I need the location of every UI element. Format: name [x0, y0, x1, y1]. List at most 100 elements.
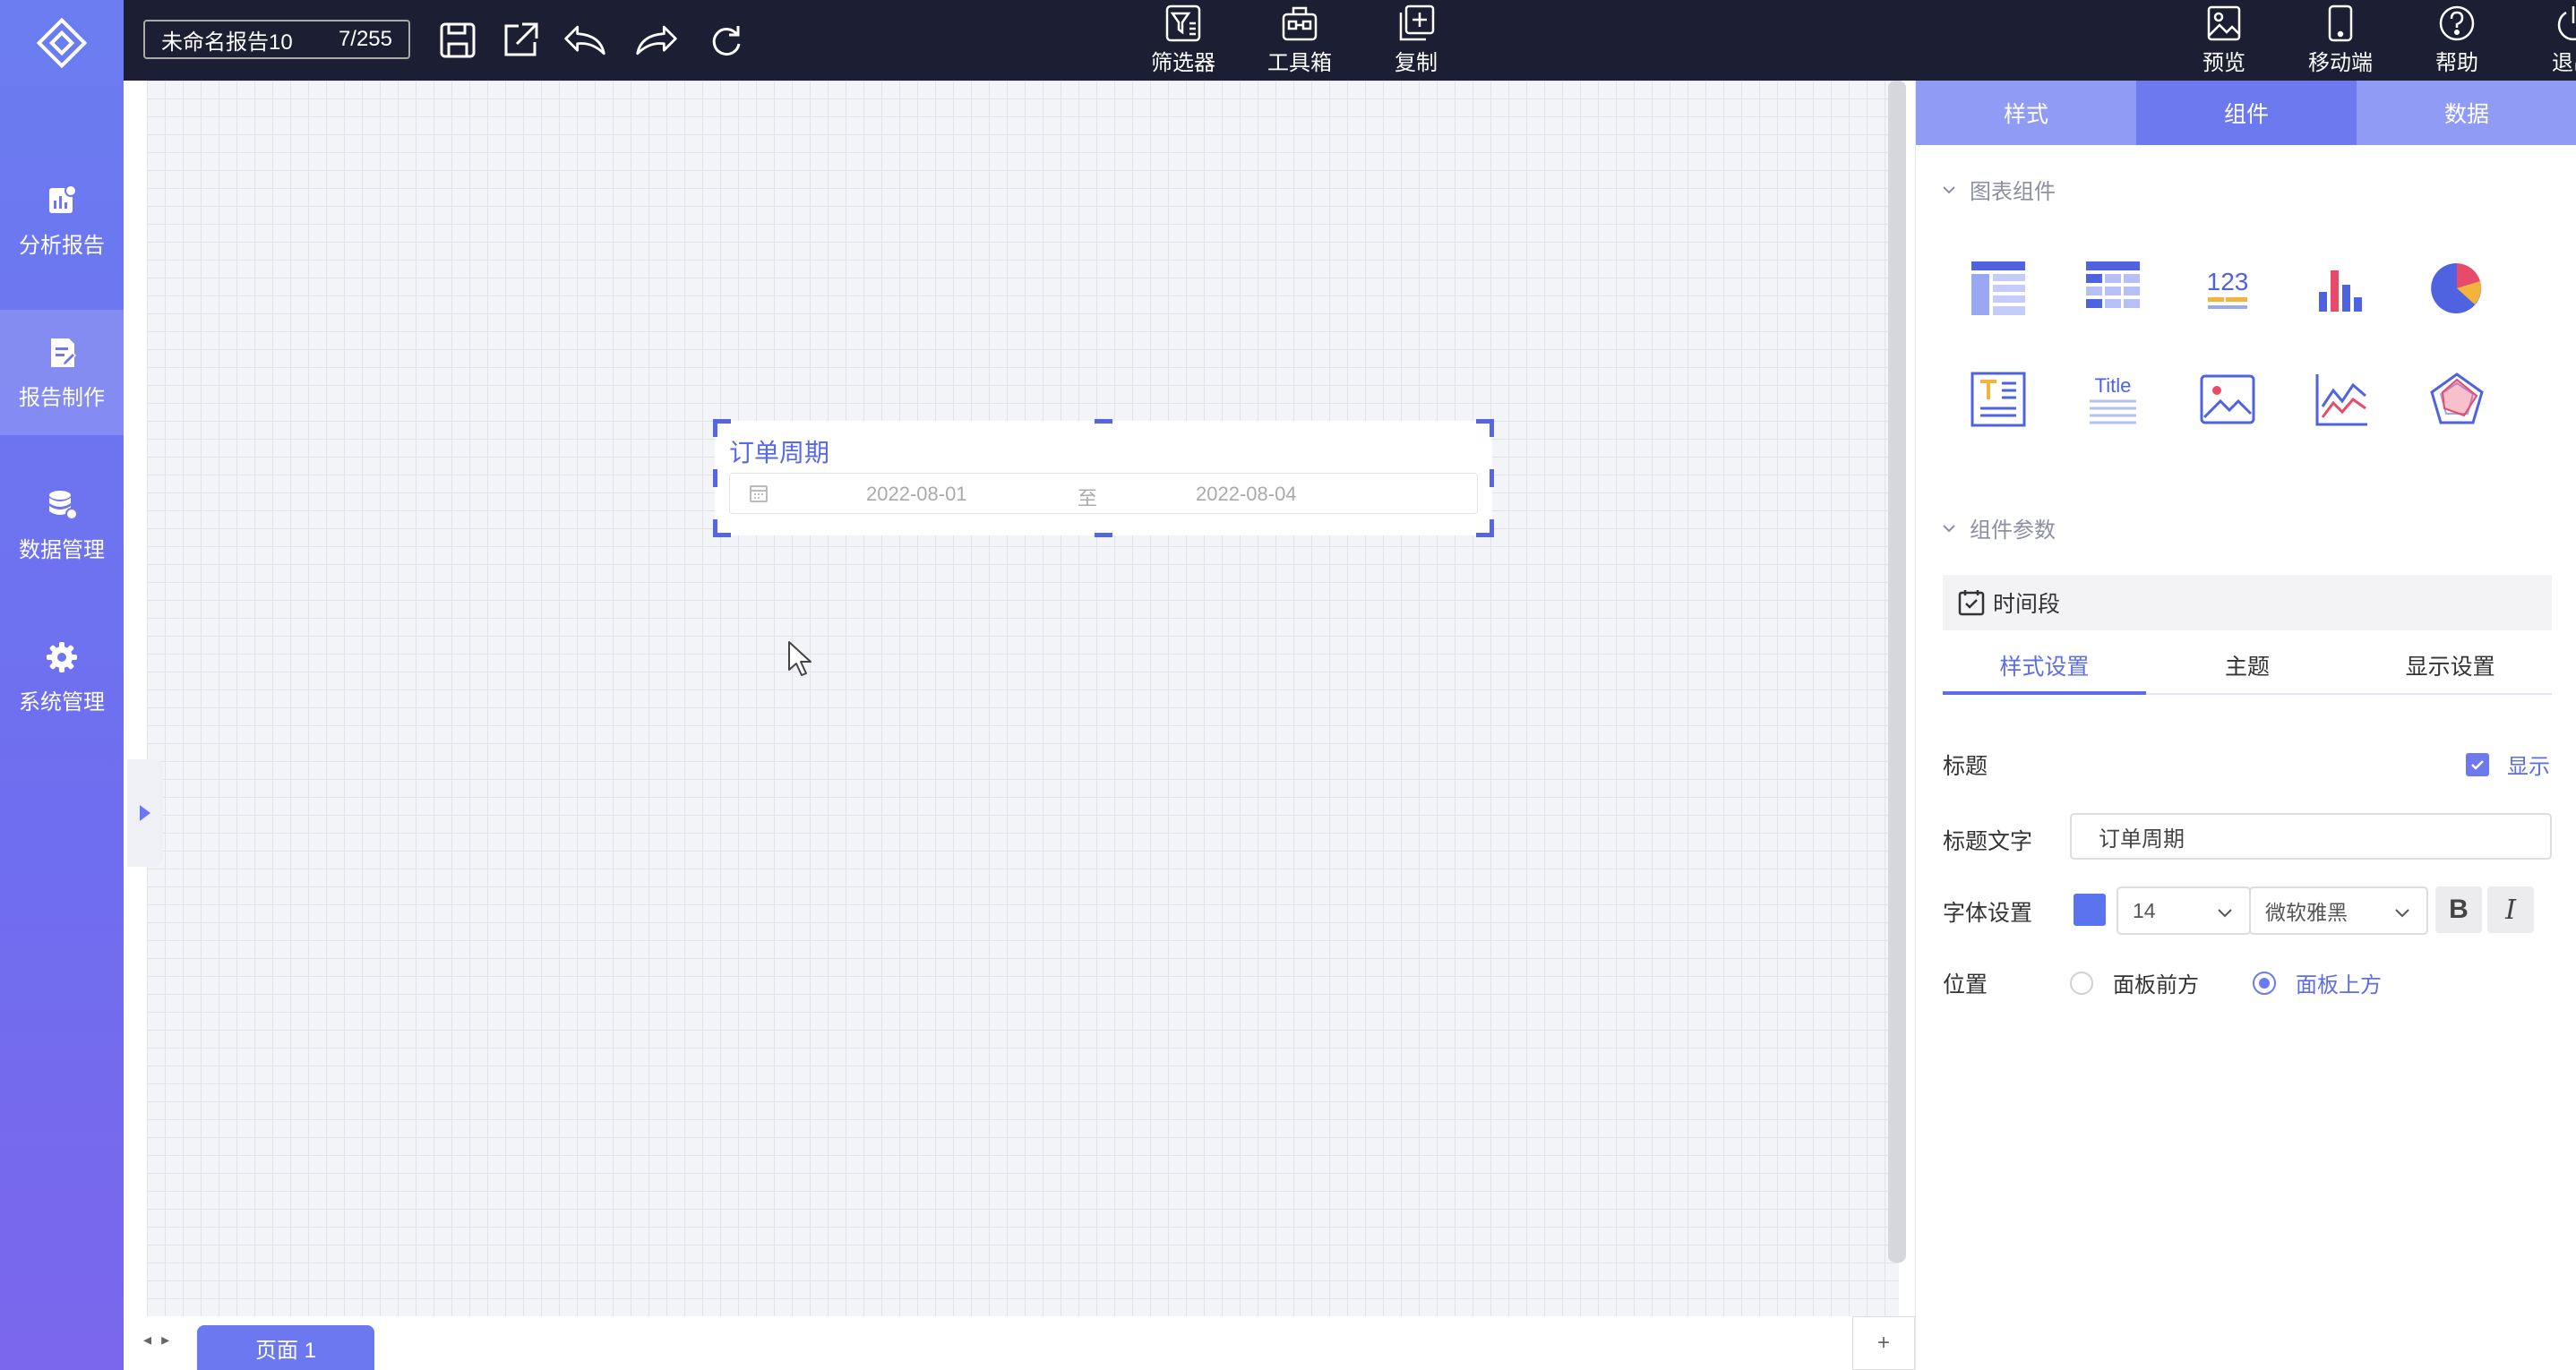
checkbox-checked-icon[interactable]: [2466, 752, 2489, 776]
sidebar-item-data-management[interactable]: 数据管理: [0, 462, 124, 587]
filter-button[interactable]: 筛选器: [1134, 4, 1232, 77]
page-tab-bar: ◂ ▸ 页面 1 +: [124, 1316, 1915, 1370]
collapse-sidebar-toggle[interactable]: [127, 759, 163, 867]
grid-table-widget-icon[interactable]: [2081, 256, 2145, 321]
start-date[interactable]: 2022-08-01: [866, 483, 967, 506]
save-button[interactable]: [435, 18, 480, 63]
copy-button[interactable]: 复制: [1367, 4, 1465, 77]
resize-handle-left[interactable]: [713, 469, 717, 487]
resize-handle-bottom-right[interactable]: [1476, 519, 1494, 537]
chart-components-header[interactable]: 图表组件: [1941, 174, 2056, 205]
show-title-checkbox[interactable]: 显示: [2466, 749, 2550, 780]
number-widget-icon[interactable]: 123: [2195, 256, 2260, 321]
sidebar-item-label: 系统管理: [19, 689, 105, 715]
tab-display-settings[interactable]: 显示设置: [2348, 638, 2552, 693]
copy-icon: [1399, 4, 1435, 41]
redo-icon: [636, 25, 677, 56]
position-option-top[interactable]: 面板上方: [2253, 967, 2382, 998]
sidebar-item-system-management[interactable]: 系统管理: [0, 614, 124, 740]
table-widget-icon[interactable]: [1966, 256, 2031, 321]
radio-unchecked[interactable]: [2070, 971, 2093, 995]
tab-style-settings[interactable]: 样式设置: [1943, 638, 2146, 695]
italic-button[interactable]: I: [2487, 886, 2534, 933]
settings-sub-tabs: 样式设置 主题 显示设置: [1943, 638, 2552, 695]
component-params-label: 组件参数: [1970, 518, 2056, 543]
end-date[interactable]: 2022-08-04: [1196, 483, 1297, 506]
chevron-down-icon: [2218, 909, 2232, 918]
document-title-box[interactable]: 未命名报告10 7/255: [143, 20, 410, 59]
preview-button[interactable]: 预览: [2175, 4, 2273, 77]
tab-data[interactable]: 数据: [2357, 81, 2576, 145]
show-label: 显示: [2507, 755, 2550, 779]
sidebar-item-analysis-report[interactable]: 分析报告: [0, 158, 124, 283]
tab-components[interactable]: 组件: [2136, 81, 2357, 145]
page-tab[interactable]: 页面 1: [197, 1325, 374, 1370]
design-canvas[interactable]: [147, 81, 1906, 1316]
position-option-front[interactable]: 面板前方: [2070, 967, 2199, 998]
position-option-label: 面板前方: [2113, 973, 2199, 998]
resize-handle-top[interactable]: [1095, 419, 1112, 424]
radio-checked[interactable]: [2253, 971, 2276, 995]
diamond-logo-icon: [36, 17, 88, 69]
font-family-select[interactable]: 微软雅黑: [2249, 886, 2428, 935]
bold-button[interactable]: B: [2435, 886, 2482, 933]
image-widget-icon[interactable]: [2195, 367, 2260, 432]
undo-button[interactable]: [562, 18, 607, 63]
title-text-input[interactable]: 订单周期: [2070, 813, 2552, 860]
mobile-label: 移动端: [2308, 51, 2373, 75]
number-icon-text: 123: [2207, 268, 2249, 295]
font-color-picker[interactable]: [2074, 894, 2106, 926]
refresh-icon: [712, 26, 741, 56]
chart-report-icon: [49, 184, 77, 213]
editor-canvas-area: ◂ ▸ 页面 1 +: [124, 81, 1915, 1370]
page-nav-arrows[interactable]: ◂ ▸: [143, 1331, 169, 1349]
properties-panel: 样式 组件 数据 图表组件 123 Title 组件参数 时间段 样式设置 主题…: [1915, 81, 2576, 1370]
mouse-cursor-icon: [788, 641, 811, 676]
page-prev-icon[interactable]: ◂: [143, 1331, 151, 1349]
tab-theme[interactable]: 主题: [2146, 638, 2349, 693]
chart-components-label: 图表组件: [1970, 180, 2056, 204]
resize-handle-bottom[interactable]: [1095, 533, 1112, 537]
tab-style[interactable]: 样式: [1916, 81, 2136, 145]
export-button[interactable]: [498, 18, 543, 63]
toolbox-button[interactable]: 工具箱: [1250, 4, 1349, 77]
mobile-icon: [2328, 4, 2353, 42]
redo-button[interactable]: [634, 18, 679, 63]
help-button[interactable]: 帮助: [2408, 4, 2506, 77]
position-option-label: 面板上方: [2296, 973, 2382, 998]
panel-tabs: 样式 组件 数据: [1916, 81, 2576, 145]
date-range-widget[interactable]: 订单周期 2022-08-01 至 2022-08-04: [713, 419, 1494, 537]
calendar-check-icon: [1958, 590, 1985, 616]
add-page-button[interactable]: +: [1852, 1316, 1915, 1370]
bar-chart-widget-icon[interactable]: [2310, 256, 2374, 321]
canvas-scrollbar[interactable]: [1888, 81, 1906, 1263]
resize-handle-right[interactable]: [1490, 469, 1494, 487]
resize-handle-top-left[interactable]: [713, 419, 731, 437]
component-params-header[interactable]: 组件参数: [1941, 512, 2056, 544]
font-size-select[interactable]: 14: [2117, 886, 2251, 935]
refresh-button[interactable]: [704, 18, 749, 63]
mobile-button[interactable]: 移动端: [2291, 4, 2390, 77]
help-label: 帮助: [2435, 51, 2478, 75]
date-range-picker[interactable]: 2022-08-01 至 2022-08-04: [729, 473, 1478, 514]
radar-chart-widget-icon[interactable]: [2425, 367, 2489, 432]
pie-chart-widget-icon[interactable]: [2425, 256, 2489, 321]
resize-handle-top-right[interactable]: [1476, 419, 1494, 437]
top-toolbar: 未命名报告10 7/255 筛选器 工具箱 复制 预览 移动端 帮助 退: [124, 0, 2576, 81]
app-logo[interactable]: [0, 0, 124, 86]
sidebar-item-report-editor[interactable]: 报告制作: [0, 310, 124, 435]
sidebar-item-label: 分析报告: [19, 233, 105, 258]
widget-type-row: 时间段: [1943, 575, 2552, 630]
line-chart-widget-icon[interactable]: [2310, 367, 2374, 432]
export-icon: [504, 22, 538, 56]
page-next-icon[interactable]: ▸: [161, 1331, 169, 1349]
filter-icon: [1165, 4, 1201, 42]
logout-button[interactable]: 退出: [2524, 4, 2576, 77]
resize-handle-bottom-left[interactable]: [713, 519, 731, 537]
font-settings-label: 字体设置: [1943, 901, 2033, 926]
title-widget-icon[interactable]: Title: [2081, 367, 2145, 432]
help-icon: [2439, 5, 2475, 41]
save-icon: [440, 22, 476, 58]
text-widget-icon[interactable]: [1966, 367, 2031, 432]
chevron-down-icon: [1943, 185, 1955, 193]
